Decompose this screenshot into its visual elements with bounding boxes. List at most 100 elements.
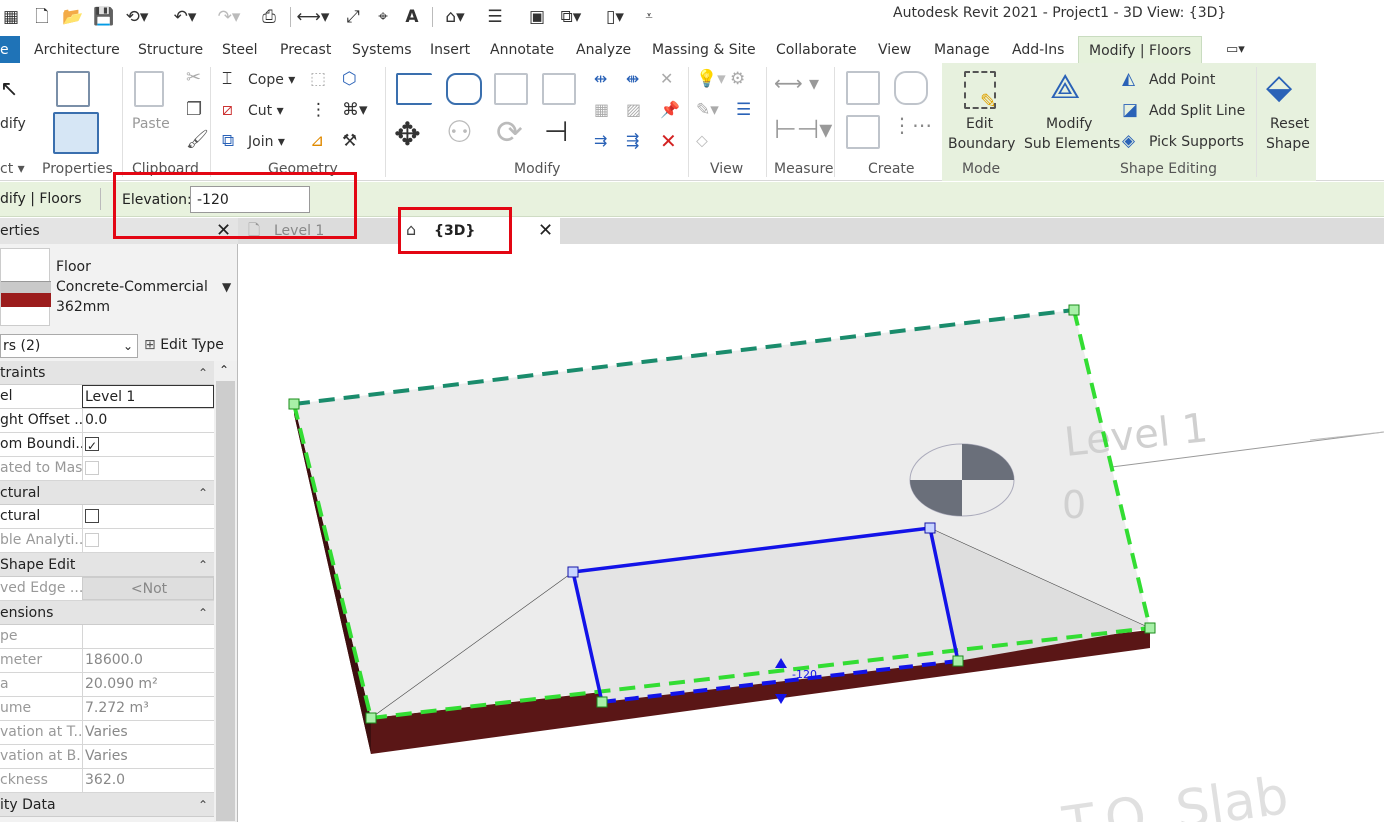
close-3d-view-icon[interactable]: ✕ [538,220,553,242]
edit-type-button[interactable]: ⊞ Edit Type [144,334,224,358]
customize-qat-icon[interactable]: ⩡ [640,5,658,29]
sync-icon[interactable]: ⟲▾ [122,5,152,29]
tab-modify-floors[interactable]: Modify | Floors [1078,36,1203,64]
match-properties-icon[interactable]: 🖌 [186,129,209,150]
linework-icon[interactable]: ✎▾ [696,100,719,120]
tab-add-ins[interactable]: Add-Ins [1012,36,1064,64]
create-group-icon[interactable] [846,115,880,149]
scroll-up-icon[interactable]: ⌃ [219,363,229,377]
reset-shape-icon[interactable]: ⬙ [1266,67,1292,107]
split-face-icon[interactable]: ⬡ [342,69,357,89]
hammer-icon[interactable]: ⚒ [342,131,357,151]
modify-button[interactable]: dify [0,116,26,132]
cut-scissors-icon[interactable]: ✂ [186,67,201,88]
scale-icon[interactable]: ▨ [626,100,641,119]
offset-icon[interactable] [446,73,482,105]
modify-sub-elements-button-line2[interactable]: Sub Elements [1024,136,1120,152]
properties-icon[interactable] [53,112,99,154]
measure-distance-icon[interactable]: ⟷ ▾ [774,71,819,95]
tab-massing-site[interactable]: Massing & Site [652,36,756,64]
copy-element-icon[interactable]: ⚇ [446,115,473,150]
switch-windows-icon[interactable]: ⧉▾ [554,5,588,29]
select-panel-label[interactable]: ct ▾ [0,161,25,177]
pick-supports-icon[interactable]: ◈ [1122,131,1135,151]
type-properties-icon[interactable] [56,71,90,107]
mirror-draw-icon[interactable] [542,73,576,105]
scroll-thumb[interactable] [216,381,235,821]
tab-structure[interactable]: Structure [138,36,203,64]
save-icon[interactable]: 💾 [92,5,116,29]
tab-annotate[interactable]: Annotate [490,36,554,64]
section-icon[interactable]: ☰ [482,5,508,29]
add-point-button[interactable]: Add Point [1149,72,1215,88]
print-icon[interactable]: ⎙ [256,5,282,29]
align-paint-icon[interactable]: ⊿ [310,131,324,151]
room-bounding-checkbox[interactable]: ✓ [85,437,99,453]
override-graphics-icon[interactable]: ☰ [736,100,751,120]
pick-supports-button[interactable]: Pick Supports [1149,134,1244,150]
array-icon[interactable]: ▦ [594,100,609,119]
group-shape-edit[interactable]: Shape Edit ⌃ [0,553,214,577]
hide-icon[interactable]: 💡▾ [696,69,726,89]
thin-lines-icon[interactable]: ▯▾ [600,5,630,29]
text-icon[interactable]: A [400,5,424,29]
edit-boundary-button[interactable]: Edit [966,116,993,132]
group-constraints[interactable]: traints ⌃ [0,361,214,385]
add-split-line-button[interactable]: Add Split Line [1149,103,1245,119]
override-icon[interactable]: ⚙ [730,69,745,89]
elevation-input[interactable] [190,186,310,213]
paint-icon[interactable]: ⌘▾ [342,100,368,120]
copy-icon[interactable]: ❐ [186,99,202,120]
tab-systems[interactable]: Systems [352,36,412,64]
add-split-line-icon[interactable]: ◪ [1122,100,1138,120]
height-offset-field[interactable]: 0.0 [82,409,214,432]
group-identity-data[interactable]: ity Data ⌃ [0,793,214,817]
rotate-icon[interactable]: ⟳ [496,113,523,151]
demolish-icon[interactable]: ⋮ [310,100,327,120]
structural-checkbox[interactable] [85,509,99,523]
group-dimensions[interactable]: ensions ⌃ [0,601,214,625]
instance-selector[interactable]: rs (2) ⌄ [0,334,138,358]
move-icon[interactable]: ✥ [394,115,421,153]
tab-3d-view[interactable]: {3D} [398,218,560,244]
paste-icon[interactable] [134,71,164,107]
split-gap-icon[interactable]: ⇼ [626,69,639,88]
3d-canvas[interactable]: Level 1 0 T.O. Slab -120 [238,244,1384,822]
tab-level-1[interactable]: Level 1 [240,218,396,244]
aligned-dimension-icon[interactable]: ⊢⊣▾ [774,115,832,145]
modify-sub-elements-button[interactable]: Modify [1046,116,1092,132]
new-file-icon[interactable]: 🗋 [30,5,54,29]
tag-icon[interactable]: ⌖ [370,5,396,29]
align-icon[interactable] [396,73,432,105]
trim-single-icon[interactable]: ⇶ [626,131,639,150]
open-folder-icon[interactable]: 📂 [60,5,86,29]
create-assembly-icon[interactable] [846,71,880,105]
group-structural[interactable]: ctural ⌃ [0,481,214,505]
tab-architecture[interactable]: Architecture [34,36,120,64]
cope-icon[interactable]: ⌶ [222,69,232,89]
add-point-icon[interactable]: ◭ [1122,69,1135,89]
tab-manage[interactable]: Manage [934,36,990,64]
trim-multiple-icon[interactable]: ⇉ [594,131,607,150]
cope-button[interactable]: Cope ▾ [248,72,295,88]
modify-cursor-icon[interactable]: ↖ [0,77,18,102]
cut-button[interactable]: Cut ▾ [248,103,284,119]
dimension-icon[interactable]: ⤢ [340,5,366,29]
level-value-field[interactable]: Level 1 [82,385,214,408]
wall-joins-icon[interactable]: ⬚ [310,69,326,89]
delete-icon[interactable]: ✕ [660,129,677,153]
tab-steel[interactable]: Steel [222,36,258,64]
measure-icon[interactable]: ⟷▾ [296,5,330,29]
undo-icon[interactable]: ↶▾ [168,5,202,29]
create-similar-icon[interactable]: ⋮⋯ [892,113,932,137]
create-parts-icon[interactable] [894,71,928,105]
type-selector-dropdown-icon[interactable]: ▼ [222,280,231,294]
close-properties-icon[interactable]: ✕ [216,220,231,242]
view-filter-icon[interactable]: ⬦ [696,131,708,151]
split-element-icon[interactable]: ⇹ [594,69,607,88]
tab-precast[interactable]: Precast [280,36,331,64]
redo-icon[interactable]: ↷▾ [212,5,246,29]
pin-icon[interactable]: 📌 [660,100,680,119]
tab-file[interactable]: e [0,36,20,64]
properties-scrollbar[interactable]: ⌃ [214,361,237,822]
